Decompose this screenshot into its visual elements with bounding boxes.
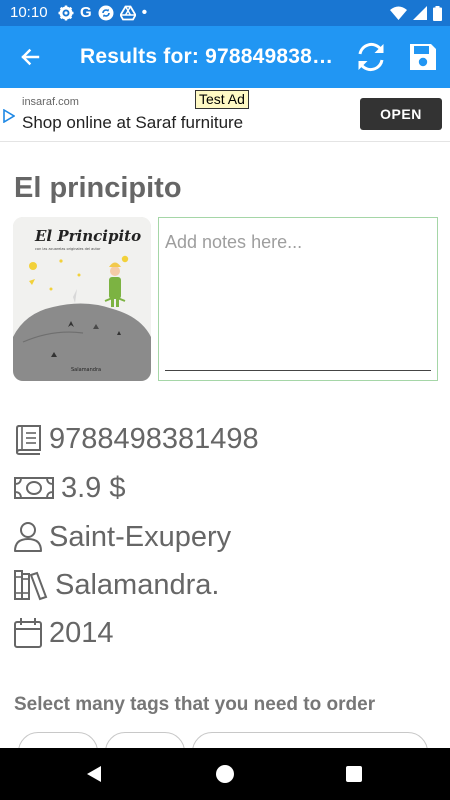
status-bar: 10:10 G • <box>0 0 450 26</box>
status-time: 10:10 <box>10 4 48 21</box>
year-row: 2014 <box>13 614 114 652</box>
price-row: 3.9 $ <box>13 469 126 507</box>
isbn-value: 9788498381498 <box>49 422 259 455</box>
money-bill-icon <box>13 472 55 504</box>
ad-headline[interactable]: Shop online at Saraf furniture <box>22 113 243 133</box>
ad-open-button[interactable]: OPEN <box>360 98 442 130</box>
status-icons-left: G • <box>58 5 147 21</box>
screen: 10:10 G • Results for: 9788498381498 ins… <box>0 0 450 800</box>
user-icon <box>13 521 43 553</box>
tags-heading: Select many tags that you need to order <box>14 694 376 715</box>
google-icon: G <box>80 4 92 21</box>
calendar-icon <box>13 617 43 649</box>
app-title: Results for: 9788498381498 <box>80 45 338 68</box>
price-value: 3.9 $ <box>61 471 126 504</box>
refresh-icon <box>358 42 384 72</box>
ad-test-label: Test Ad <box>195 90 249 109</box>
book-cover-image: El Principito con las acuarelas original… <box>13 217 151 381</box>
book-cover-illustration: El Principito con las acuarelas original… <box>13 217 151 381</box>
book-icon <box>13 423 43 455</box>
dot-icon: • <box>141 4 148 21</box>
ad-banner[interactable]: insaraf.com Shop online at Saraf furnitu… <box>0 88 450 142</box>
save-button[interactable] <box>404 38 442 76</box>
nav-home-icon[interactable] <box>216 765 234 783</box>
nav-recents-icon[interactable] <box>346 766 362 782</box>
system-nav-bar <box>0 748 450 800</box>
isbn-row: 9788498381498 <box>13 420 259 458</box>
notes-underline <box>165 370 431 371</box>
drive-icon <box>119 5 136 21</box>
author-value: Saint-Exupery <box>49 520 232 553</box>
arrow-left-icon <box>21 48 40 66</box>
cover-publisher: Salamandra <box>71 367 101 373</box>
battery-icon <box>433 5 442 21</box>
gear-icon <box>58 5 74 21</box>
ad-domain: insaraf.com <box>22 96 79 108</box>
wifi-icon <box>390 6 407 20</box>
back-button[interactable] <box>14 41 46 73</box>
signal-icon <box>413 6 427 20</box>
publisher-value: Salamandra. <box>55 568 220 601</box>
cover-title: El Principito <box>34 227 141 245</box>
year-value: 2014 <box>49 616 114 649</box>
status-icons-right <box>390 5 442 21</box>
notes-box[interactable] <box>158 217 438 381</box>
adchoices-play-icon[interactable] <box>3 109 15 123</box>
refresh-button[interactable] <box>352 38 390 76</box>
cover-subtitle: con las acuarelas originales del autor <box>35 247 101 251</box>
publisher-row: Salamandra. <box>13 566 219 604</box>
app-bar: Results for: 9788498381498 <box>0 26 450 88</box>
books-icon <box>13 569 49 601</box>
sync-icon <box>98 5 114 21</box>
floppy-disk-icon <box>410 44 436 70</box>
book-title: El principito <box>14 172 182 204</box>
notes-input[interactable] <box>165 232 431 253</box>
author-row: Saint-Exupery <box>13 518 231 556</box>
nav-back-icon[interactable] <box>86 765 102 783</box>
